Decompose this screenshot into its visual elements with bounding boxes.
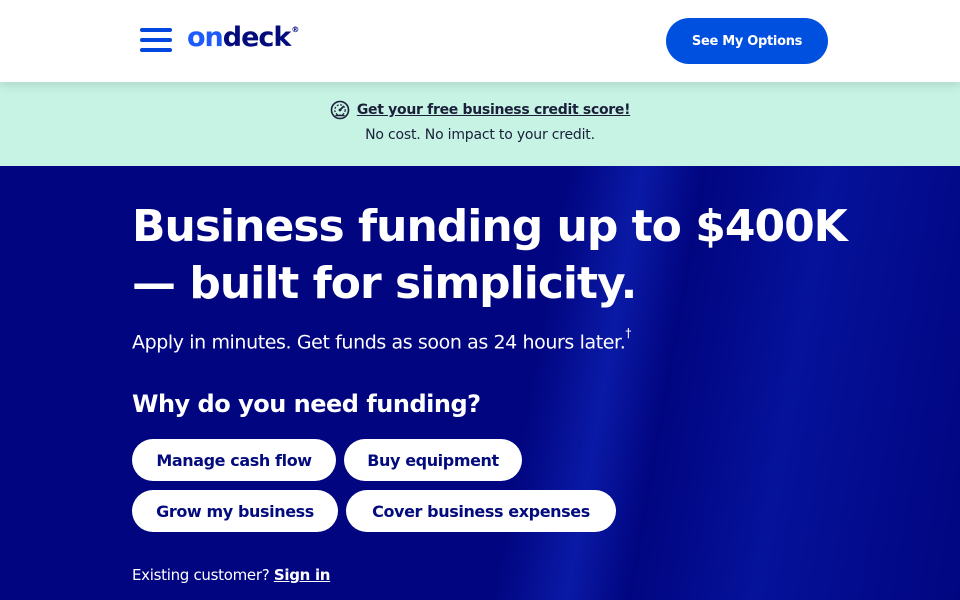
menu-bar bbox=[140, 38, 172, 42]
ondeck-logo[interactable]: ondeck® bbox=[187, 18, 299, 58]
logo-registered-mark: ® bbox=[291, 25, 300, 34]
site-header: ondeck® See My Options bbox=[0, 0, 960, 82]
banner-link-row: Get your free business credit score! bbox=[0, 100, 960, 120]
menu-bar bbox=[140, 48, 172, 52]
credit-score-banner: Get your free business credit score! No … bbox=[0, 82, 960, 166]
see-my-options-button[interactable]: See My Options bbox=[666, 18, 828, 64]
hero-subhead-text: Apply in minutes. Get funds as soon as 2… bbox=[132, 331, 626, 354]
existing-customer-row: Existing customer? Sign in bbox=[132, 566, 330, 584]
hero-subhead: Apply in minutes. Get funds as soon as 2… bbox=[132, 326, 631, 354]
free-credit-score-link[interactable]: Get your free business credit score! bbox=[357, 102, 631, 118]
dagger-footnote-mark: † bbox=[625, 326, 631, 340]
gauge-icon bbox=[330, 100, 350, 120]
sign-in-link[interactable]: Sign in bbox=[274, 566, 331, 584]
existing-customer-label: Existing customer? bbox=[132, 566, 270, 584]
option-buy-equipment[interactable]: Buy equipment bbox=[344, 439, 522, 481]
banner-subtext: No cost. No impact to your credit. bbox=[365, 127, 595, 143]
logo-on: on bbox=[187, 22, 224, 53]
hamburger-menu-icon[interactable] bbox=[140, 28, 172, 52]
option-cover-business-expenses[interactable]: Cover business expenses bbox=[346, 490, 616, 532]
funding-question: Why do you need funding? bbox=[132, 390, 481, 418]
option-grow-my-business[interactable]: Grow my business bbox=[132, 490, 338, 532]
option-manage-cash-flow[interactable]: Manage cash flow bbox=[132, 439, 336, 481]
hero-headline: Business funding up to $400K — built for… bbox=[132, 201, 848, 309]
hero-section: Business funding up to $400K — built for… bbox=[0, 166, 960, 600]
logo-deck: deck bbox=[222, 22, 292, 53]
menu-bar bbox=[140, 28, 172, 32]
